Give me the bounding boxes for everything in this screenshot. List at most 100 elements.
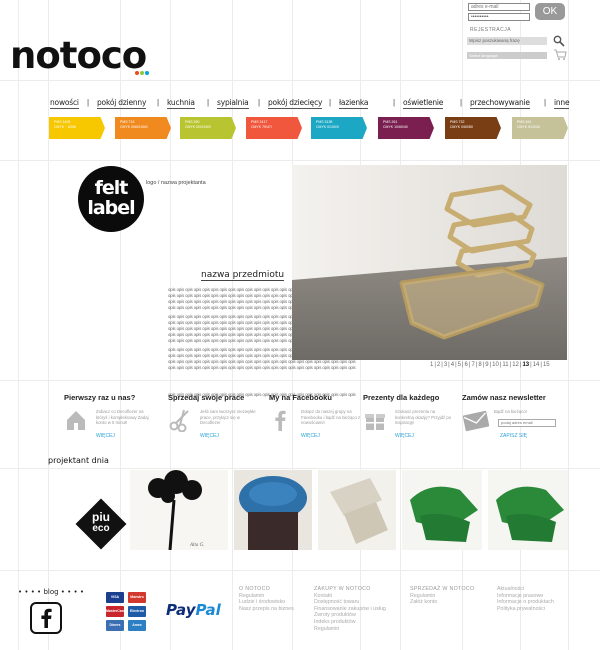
footer-link[interactable]: Finansowanie zakupów i usług xyxy=(314,606,386,613)
page-separator: | xyxy=(434,362,436,368)
nav-item[interactable]: oświetlenie xyxy=(403,98,444,109)
category-swatch[interactable]: PMS 261 CMYK 10/60/40 xyxy=(378,117,434,139)
product-photo[interactable] xyxy=(292,165,567,360)
register-link[interactable]: REJESTRACJA xyxy=(470,27,511,33)
nav-item[interactable]: przechowywanie xyxy=(470,98,530,109)
page-link[interactable]: 12 xyxy=(512,362,519,368)
payment-card-icon: MasterCard xyxy=(106,606,125,617)
nav-item[interactable]: sypialnia xyxy=(217,98,249,109)
footer-column: O NOTOCO Regulamin Ludzie i środowisko Nasz… xyxy=(239,586,294,612)
info-box-text: Dołącz do naszej grupy na Facebooku i bą… xyxy=(301,409,361,425)
page-separator: | xyxy=(540,362,542,368)
page-link[interactable]: 6 xyxy=(465,362,468,368)
nav-separator: | xyxy=(460,98,463,107)
info-box-title: Pierwszy raz u nas? xyxy=(64,393,136,402)
page-link[interactable]: 3 xyxy=(444,362,447,368)
designer-of-day-logo-top: piu xyxy=(92,510,110,524)
nav-item[interactable]: nowości xyxy=(50,98,79,109)
nav-item[interactable]: łazienka xyxy=(339,98,369,109)
footer-link[interactable]: Polityka prywatności xyxy=(497,606,554,613)
footer-link[interactable]: Załóż konto xyxy=(410,599,474,606)
site-logo[interactable]: notoco xyxy=(10,34,147,77)
designer-logo-bottom: label xyxy=(87,197,135,219)
page-link[interactable]: 10 xyxy=(492,362,499,368)
page-separator: | xyxy=(441,362,443,368)
info-box-link[interactable]: WIĘCEJ xyxy=(395,433,414,439)
info-box-title: Prezenty dla każdego xyxy=(363,393,440,402)
house-icon xyxy=(64,408,88,432)
info-box-link[interactable]: WIĘCEJ xyxy=(96,433,115,439)
page-link[interactable]: 7 xyxy=(471,362,474,368)
designer-logo[interactable]: felt label xyxy=(78,166,144,232)
footer-column-heading: ZAKUPY W NOTOCO xyxy=(314,586,371,592)
blog-label[interactable]: • • • • blog • • • • xyxy=(18,588,84,596)
page-link[interactable]: 8 xyxy=(478,362,481,368)
logo-dot xyxy=(140,71,144,75)
info-box-text: Jeśli sam tworzysz niezwykłe prace, przy… xyxy=(200,409,256,425)
swatch-sub: CMYK 5/10/40 xyxy=(517,125,540,129)
footer-link[interactable]: Ludzie i środowisko xyxy=(239,599,294,606)
category-swatch[interactable]: PMS 451 CMYK 5/10/40 xyxy=(512,117,568,139)
info-box-text: Bądź na bieżąco! xyxy=(494,409,527,414)
paypal-logo: PayPal xyxy=(166,601,221,619)
nav-item[interactable]: pokój dzienny xyxy=(97,98,147,109)
page-link[interactable]: 2 xyxy=(437,362,440,368)
info-box-link[interactable]: WIĘCEJ xyxy=(200,433,219,439)
info-box-link[interactable]: WIĘCEJ xyxy=(301,433,320,439)
newsletter-email-input[interactable]: podaj adres email xyxy=(498,419,556,427)
product-name[interactable]: nazwa przedmiotu xyxy=(201,270,285,281)
page-link[interactable]: 13 xyxy=(522,362,529,368)
page-link[interactable]: 9 xyxy=(485,362,488,368)
page-link[interactable]: 1 xyxy=(430,362,433,368)
envelope-icon xyxy=(462,408,490,432)
footer-link[interactable]: Regulamin xyxy=(314,626,386,633)
payment-card-icon: Diners xyxy=(106,620,124,631)
page-link[interactable]: 11 xyxy=(502,362,508,368)
nav-item[interactable]: pokój dziecięcy xyxy=(268,98,323,109)
nav-separator: | xyxy=(87,98,90,107)
footer-link[interactable]: Informacje o produktach xyxy=(497,599,554,606)
footer-column-heading: O NOTOCO xyxy=(239,586,271,592)
nav-item[interactable]: kuchnia xyxy=(167,98,195,109)
info-box-title: Zamów nasz newsletter xyxy=(462,393,546,402)
nav-item[interactable]: inne xyxy=(554,98,570,109)
footer-link[interactable]: Informacje prasowe xyxy=(497,593,554,600)
page-link[interactable]: 14 xyxy=(533,362,540,368)
email-field[interactable] xyxy=(468,3,530,11)
nav-separator: | xyxy=(157,98,160,107)
search-input[interactable]: Wpisz poszukiwaną frazę xyxy=(467,37,547,45)
cart-icon[interactable] xyxy=(553,47,567,65)
facebook-icon[interactable] xyxy=(30,602,62,634)
footer-link[interactable]: Indeks produktów xyxy=(314,619,386,626)
footer-link[interactable]: Aktualności xyxy=(497,586,554,593)
page-link[interactable]: 4 xyxy=(451,362,454,368)
footer-link[interactable]: Kontakt xyxy=(314,593,386,600)
footer-link[interactable]: Zwroty produktów xyxy=(314,612,386,619)
page-separator: | xyxy=(461,362,464,368)
footer-link[interactable]: Regulamin xyxy=(410,593,474,600)
search-icon[interactable] xyxy=(553,34,565,47)
nav-separator: | xyxy=(544,98,547,107)
category-swatch[interactable]: PMS 716 CMYK 0/60/100/0 xyxy=(115,117,171,139)
info-box-link[interactable]: ZAPISZ SIĘ xyxy=(500,433,527,439)
nav-separator: | xyxy=(393,98,396,107)
info-box-title: My na Facebooku xyxy=(269,393,332,402)
language-select[interactable]: Select language xyxy=(467,52,547,59)
blog-dots-right: • • • • xyxy=(60,588,84,596)
svg-text:Alta G.: Alta G. xyxy=(189,543,204,548)
category-swatch[interactable]: PMS 732 CMYK 0/60/80 xyxy=(445,117,501,139)
password-field[interactable] xyxy=(468,13,530,21)
gift-icon xyxy=(363,408,387,432)
footer-link[interactable]: Nasz przepis na biznes xyxy=(239,606,294,613)
category-swatch[interactable]: PMS 1405 CMYK · 100M xyxy=(49,117,105,139)
category-swatch[interactable]: PMS 3135 CMYK 0/100/0 xyxy=(311,117,367,139)
category-swatch[interactable]: PMS 390 CMYK 0/0/100/0 xyxy=(180,117,236,139)
designer-of-day-logo[interactable]: piu eco xyxy=(75,498,127,550)
pagination: 1|2|3|4|5|6|7|8|9|10|11|12|13|14|15 xyxy=(430,362,550,368)
footer-link[interactable]: Dostępność towaru xyxy=(314,599,386,606)
login-button[interactable]: OK xyxy=(535,3,565,20)
footer-link[interactable]: Regulamin xyxy=(239,593,294,600)
category-swatch[interactable]: PMS 2417 CMYK 79/47/ xyxy=(246,117,302,139)
page-link[interactable]: 5 xyxy=(458,362,461,368)
page-link[interactable]: 15 xyxy=(543,362,550,368)
